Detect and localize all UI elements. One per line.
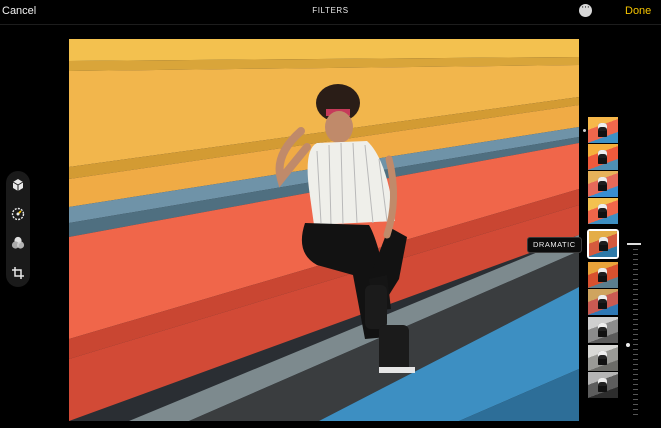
- photo-preview[interactable]: [69, 39, 579, 421]
- filter-strip-indicator: [583, 129, 586, 132]
- slider-tick: [633, 404, 638, 405]
- slider-tick: [633, 274, 638, 275]
- edit-tools-palette: [6, 171, 30, 287]
- slider-tick: [633, 344, 638, 345]
- slider-tick: [633, 399, 638, 400]
- slider-tick: [633, 324, 638, 325]
- slider-tick: [633, 334, 638, 335]
- slider-tick: [633, 259, 638, 260]
- thumbnail-figure: [598, 378, 607, 392]
- slider-tick: [633, 409, 638, 410]
- filter-thumbnail[interactable]: [588, 317, 618, 343]
- slider-tick: [633, 314, 638, 315]
- thumbnail-figure: [598, 323, 607, 337]
- thumbnail-figure: [598, 123, 607, 137]
- filters-icon[interactable]: [9, 234, 27, 252]
- slider-tick: [633, 359, 638, 360]
- filter-thumbnail[interactable]: [588, 117, 618, 143]
- slider-tick: [633, 329, 638, 330]
- slider-tick: [633, 339, 638, 340]
- slider-tick: [633, 249, 638, 250]
- filter-thumbnail[interactable]: [588, 144, 618, 170]
- slider-tick: [633, 309, 638, 310]
- slider-tick: [633, 384, 638, 385]
- filter-thumbnail[interactable]: [588, 262, 618, 288]
- slider-tick: [633, 389, 638, 390]
- crop-rotate-icon[interactable]: [9, 264, 27, 282]
- slider-tick: [633, 354, 638, 355]
- slider-tick: [633, 299, 638, 300]
- slider-tick: [633, 254, 638, 255]
- done-button[interactable]: Done: [625, 5, 651, 17]
- thumbnail-figure: [599, 237, 608, 251]
- slider-tick: [633, 294, 638, 295]
- slider-tick: [633, 349, 638, 350]
- top-toolbar: Cancel FILTERS ··· Done: [0, 0, 661, 25]
- slider-tick: [633, 289, 638, 290]
- slider-tick: [633, 394, 638, 395]
- thumbnail-figure: [598, 150, 607, 164]
- thumbnail-figure: [598, 351, 607, 365]
- filter-thumbnail[interactable]: [588, 198, 618, 224]
- cube-icon[interactable]: [9, 176, 27, 194]
- slider-knob[interactable]: [626, 343, 630, 347]
- more-options-icon[interactable]: ···: [579, 4, 592, 17]
- filter-thumbnail[interactable]: [587, 229, 619, 259]
- thumbnail-figure: [598, 268, 607, 282]
- slider-tick: [633, 304, 638, 305]
- slider-tick: [633, 284, 638, 285]
- adjust-dial-icon[interactable]: [9, 205, 27, 223]
- slider-tick: [633, 364, 638, 365]
- slider-tick: [633, 414, 638, 415]
- slider-tick: [633, 369, 638, 370]
- thumbnail-figure: [598, 204, 607, 218]
- slider-tick: [633, 379, 638, 380]
- filter-thumbnail[interactable]: [588, 372, 618, 398]
- slider-tick: [633, 279, 638, 280]
- slider-major-tick: [627, 243, 641, 245]
- filter-intensity-slider[interactable]: [625, 241, 643, 417]
- thumbnail-figure: [598, 177, 607, 191]
- slider-tick: [633, 319, 638, 320]
- filter-thumbnail[interactable]: [588, 345, 618, 371]
- selected-filter-label: DRAMATIC: [527, 237, 582, 253]
- slider-tick: [633, 264, 638, 265]
- slider-tick: [633, 374, 638, 375]
- filter-thumbnail[interactable]: [588, 289, 618, 315]
- page-title: FILTERS: [312, 6, 349, 15]
- slider-tick: [633, 269, 638, 270]
- thumbnail-figure: [598, 295, 607, 309]
- filter-thumbnail[interactable]: [588, 171, 618, 197]
